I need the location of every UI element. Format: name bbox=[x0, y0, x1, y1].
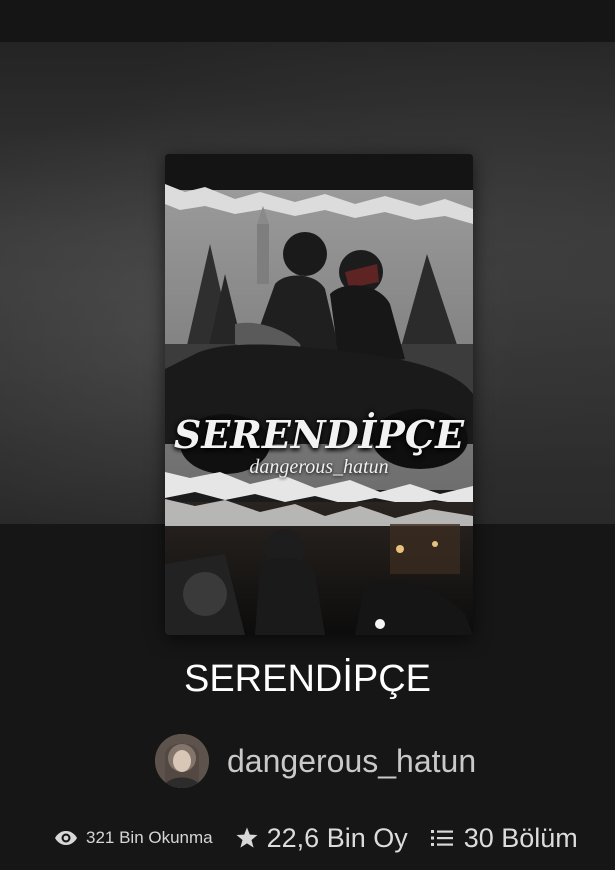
votes-count: 22,6 Bin Oy bbox=[266, 822, 408, 853]
cover-image bbox=[165, 154, 473, 635]
story-stats: 321 Bin Okunma 22,6 Bin Oy 30 Bölüm bbox=[54, 818, 578, 858]
avatar[interactable] bbox=[155, 734, 209, 788]
story-title: SERENDİPÇE bbox=[183, 658, 432, 700]
parts-count: 30 Bölüm bbox=[463, 822, 578, 853]
top-bar bbox=[0, 0, 615, 42]
list-icon bbox=[430, 828, 454, 848]
reads-stat: 321 Bin Okunma bbox=[54, 828, 213, 848]
author-link[interactable]: dangerous_hatun bbox=[155, 734, 476, 788]
avatar-image bbox=[155, 734, 209, 788]
story-cover[interactable]: SERENDİPÇE dangerous_hatun bbox=[165, 154, 473, 635]
eye-icon bbox=[54, 829, 78, 847]
votes-stat: 22,6 Bin Oy bbox=[235, 823, 408, 854]
star-icon bbox=[235, 826, 259, 850]
cover-author-text: dangerous_hatun bbox=[249, 456, 389, 478]
cover-title-text: SERENDİPÇE bbox=[173, 412, 465, 457]
author-username[interactable]: dangerous_hatun bbox=[227, 743, 476, 780]
reads-count: 321 Bin Okunma bbox=[86, 828, 213, 847]
parts-stat: 30 Bölüm bbox=[430, 823, 578, 854]
